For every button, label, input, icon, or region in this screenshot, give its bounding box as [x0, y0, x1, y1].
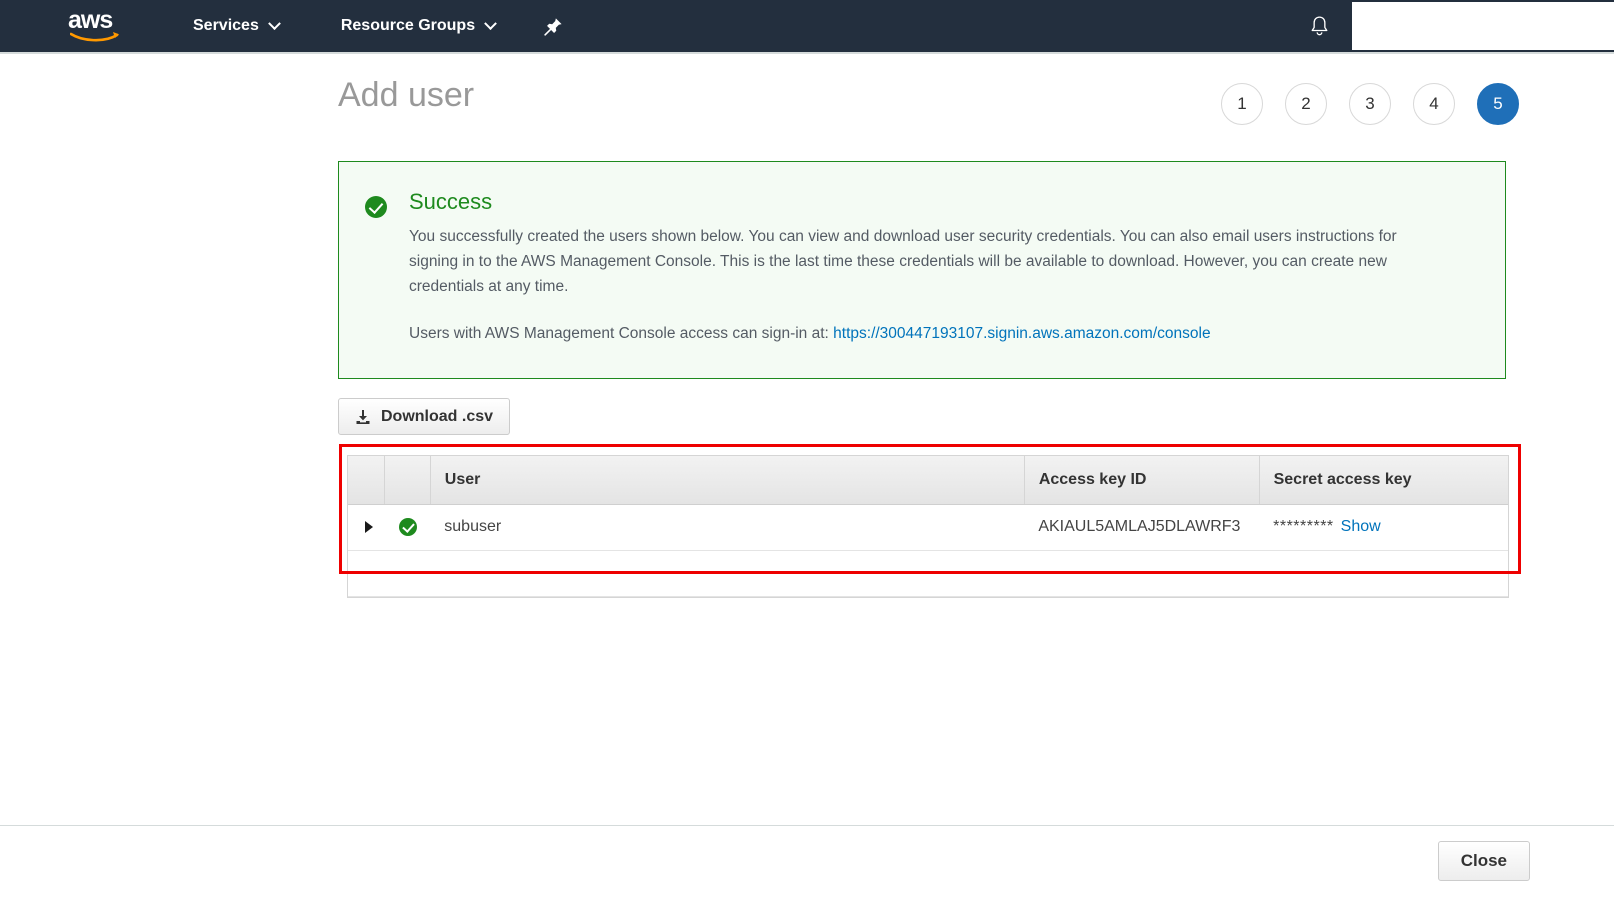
wizard-step-3[interactable]: 3 — [1349, 83, 1391, 125]
wizard-step-1[interactable]: 1 — [1221, 83, 1263, 125]
pin-glyph — [544, 17, 562, 36]
column-header-secret-access-key: Secret access key — [1259, 456, 1508, 505]
aws-smile-icon — [70, 32, 119, 42]
top-navigation-bar: aws Services Resource Groups — [0, 0, 1614, 54]
row-user-cell: subuser — [430, 504, 1025, 551]
signin-line: Users with AWS Management Console access… — [409, 321, 1481, 346]
expand-triangle-icon[interactable] — [365, 521, 373, 533]
close-button[interactable]: Close — [1437, 841, 1530, 881]
footer-divider — [0, 825, 1614, 826]
wizard-step-indicator: 1 2 3 4 5 — [1221, 83, 1519, 125]
secret-masked-value: ********* — [1273, 518, 1334, 535]
wizard-step-2[interactable]: 2 — [1285, 83, 1327, 125]
download-csv-button[interactable]: Download .csv — [338, 398, 511, 435]
wizard-step-5[interactable]: 5 — [1477, 83, 1519, 125]
row-secret-access-key-cell: ********* Show — [1259, 504, 1508, 551]
row-expand-cell[interactable] — [348, 504, 385, 551]
pin-icon[interactable] — [544, 0, 563, 53]
wizard-step-4[interactable]: 4 — [1413, 83, 1455, 125]
table-footer-cell — [348, 550, 1508, 597]
nav-resource-groups-menu[interactable]: Resource Groups — [337, 0, 499, 53]
table-footer-row — [348, 550, 1508, 597]
download-icon — [356, 409, 370, 424]
success-alert-title: Success — [409, 189, 493, 214]
chevron-down-icon — [267, 16, 281, 30]
success-check-circle-icon — [399, 518, 418, 536]
show-secret-link[interactable]: Show — [1341, 518, 1381, 535]
aws-logo-wordmark: aws — [68, 6, 113, 34]
column-header-expand — [348, 456, 385, 505]
nav-services-menu[interactable]: Services — [189, 0, 283, 53]
row-status-cell — [384, 504, 431, 551]
bell-glyph — [1311, 16, 1328, 36]
success-alert-body: You successfully created the users shown… — [409, 228, 1397, 295]
row-access-key-id-cell: AKIAUL5AMLAJ5DLAWRF3 — [1024, 504, 1260, 551]
nav-services-label: Services — [193, 17, 259, 34]
page-header: Add user 1 2 3 4 5 — [0, 54, 1614, 150]
nav-resource-groups-label: Resource Groups — [340, 17, 476, 34]
table-header-row: User Access key ID Secret access key — [348, 456, 1508, 505]
column-header-access-key-id: Access key ID — [1024, 456, 1260, 505]
credentials-table: User Access key ID Secret access key sub… — [347, 455, 1509, 598]
column-header-user: User — [430, 456, 1025, 505]
success-alert: Success You successfully created the use… — [338, 161, 1506, 379]
signin-prefix-label: Users with AWS Management Console access… — [409, 325, 829, 342]
table-row: subuser AKIAUL5AMLAJ5DLAWRF3 ********* Sh… — [348, 504, 1508, 551]
column-header-status — [384, 456, 431, 505]
success-check-circle-icon — [365, 196, 387, 218]
aws-logo[interactable]: aws — [68, 8, 126, 44]
nav-right-cluster — [1309, 0, 1614, 53]
page-title: Add user — [338, 76, 475, 114]
download-csv-label: Download .csv — [381, 407, 494, 425]
account-menu-area[interactable] — [1352, 2, 1614, 50]
chevron-down-icon — [484, 16, 497, 30]
bell-notification-icon[interactable] — [1309, 15, 1330, 37]
signin-url-link[interactable]: https://300447193107.signin.aws.amazon.c… — [833, 325, 1210, 342]
